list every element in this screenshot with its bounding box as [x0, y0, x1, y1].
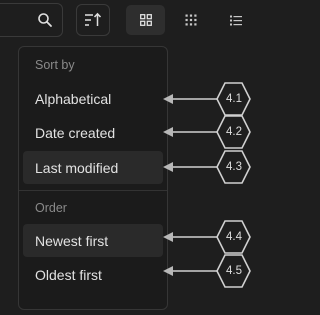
- callout-label: 4.2: [226, 126, 242, 138]
- callout-4-3: 4.3: [162, 149, 252, 185]
- search-input[interactable]: [0, 3, 63, 37]
- callout-label: 4.1: [226, 93, 242, 105]
- view-toggle: [126, 5, 256, 35]
- grid-small-view-button[interactable]: [171, 5, 210, 35]
- search-icon: [38, 13, 52, 27]
- menu-item-last-modified[interactable]: Last modified: [23, 151, 163, 184]
- list-view-button[interactable]: [217, 5, 256, 35]
- callout-label: 4.3: [226, 161, 242, 173]
- callout-4-2: 4.2: [162, 114, 252, 150]
- sort-ascending-icon: [85, 12, 102, 26]
- order-heading: Order: [35, 201, 67, 215]
- callout-label: 4.5: [226, 265, 242, 277]
- sort-dropdown-menu: Sort by Alphabetical Date created Last m…: [18, 46, 168, 310]
- sort-by-heading: Sort by: [35, 58, 75, 72]
- menu-item-newest-first[interactable]: Newest first: [23, 224, 163, 257]
- list-icon: [230, 15, 243, 25]
- callout-4-4: 4.4: [162, 219, 252, 255]
- callout-4-1: 4.1: [162, 81, 252, 117]
- callout-4-5: 4.5: [162, 253, 252, 289]
- sort-button[interactable]: [76, 4, 110, 36]
- callout-label: 4.4: [226, 231, 242, 243]
- grid-small-icon: [185, 14, 197, 26]
- grid-large-view-button[interactable]: [126, 5, 166, 35]
- menu-item-oldest-first[interactable]: Oldest first: [23, 258, 163, 291]
- grid-large-icon: [139, 14, 152, 26]
- menu-item-alphabetical[interactable]: Alphabetical: [23, 82, 163, 115]
- menu-item-date-created[interactable]: Date created: [23, 116, 163, 149]
- menu-divider: [19, 190, 167, 191]
